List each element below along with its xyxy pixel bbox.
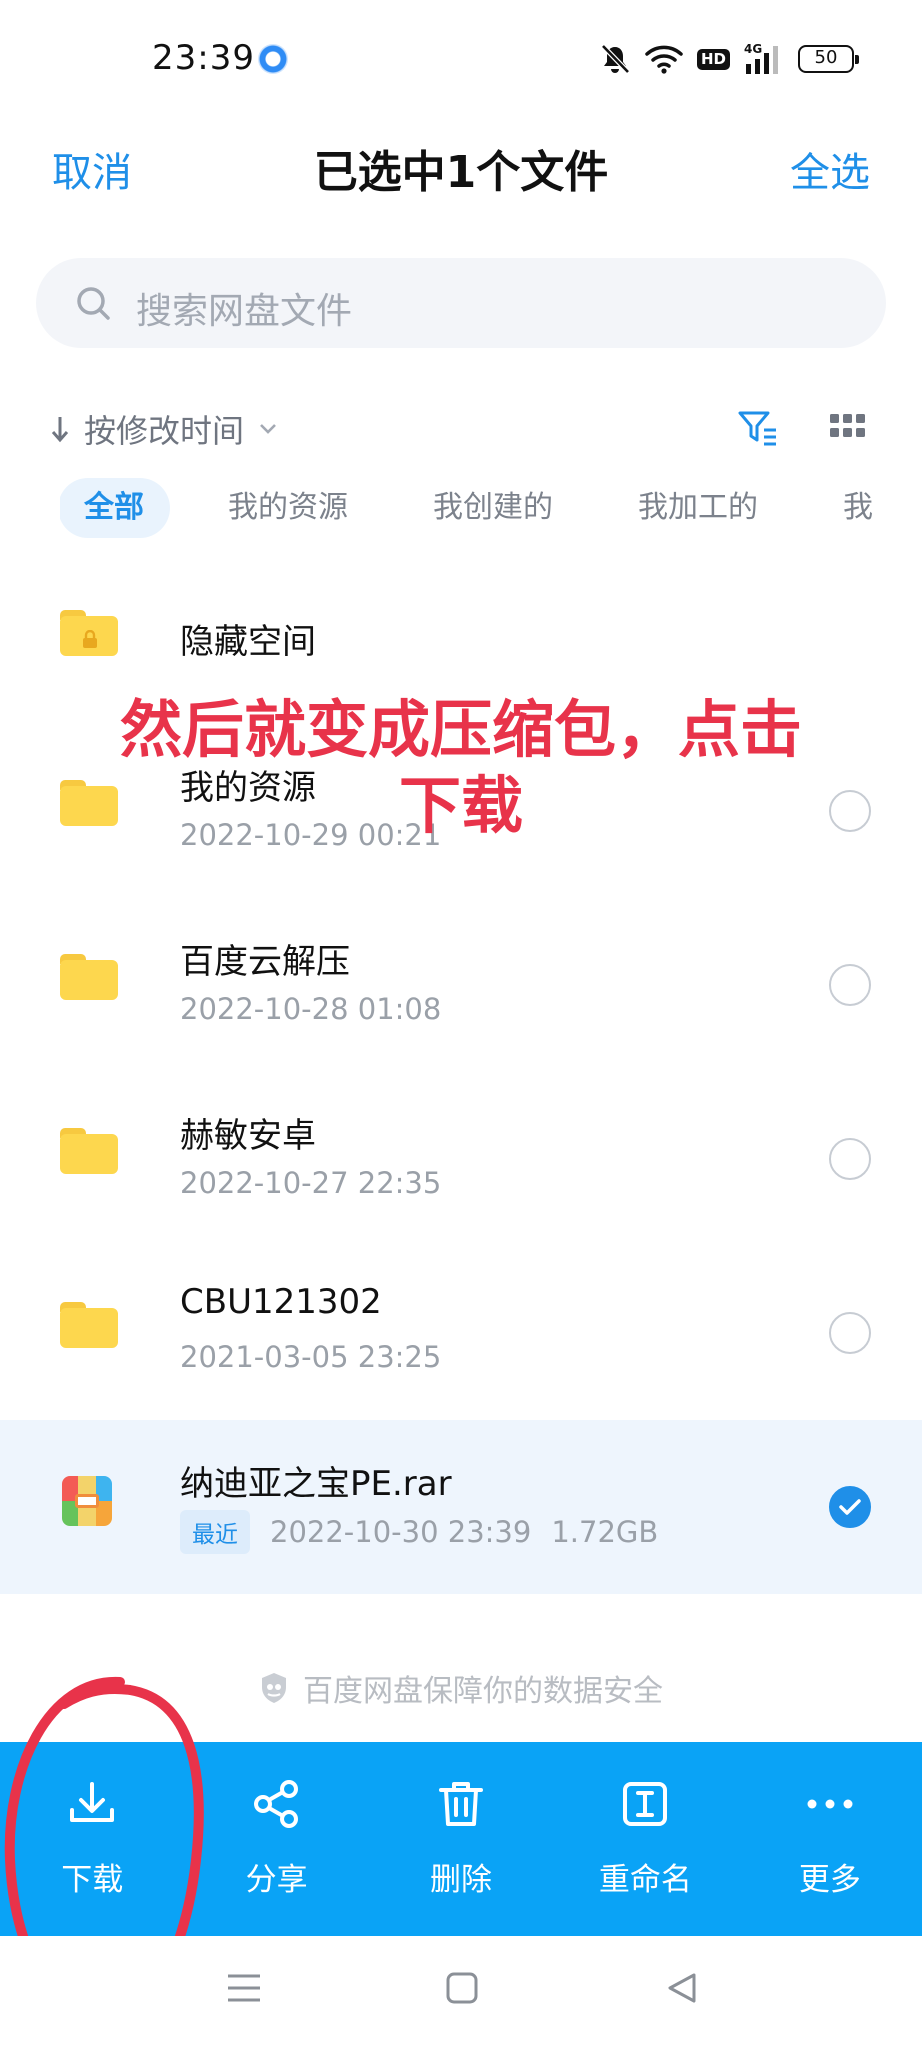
annotation-line-2: 下载 bbox=[398, 769, 523, 842]
file-date: 2022-10-30 23:39 bbox=[270, 1515, 532, 1549]
shield-icon bbox=[262, 1673, 286, 1703]
file-meta: 最近 2022-10-30 23:39 1.72GB bbox=[180, 1510, 658, 1554]
file-date: 2022-10-28 01:08 bbox=[180, 992, 442, 1026]
page-title: 已选中1个文件 bbox=[313, 147, 609, 198]
svg-text:4G: 4G bbox=[744, 42, 762, 56]
search-placeholder: 搜索网盘文件 bbox=[136, 291, 353, 332]
trash-icon bbox=[439, 1782, 484, 1826]
share-label: 分享 bbox=[245, 1862, 308, 1898]
sort-label: 按修改时间 bbox=[84, 412, 245, 450]
battery-icon: 50 bbox=[798, 45, 859, 73]
rename-icon bbox=[623, 1782, 668, 1826]
annotation-text: 然后就变成压缩包，点击 下载 bbox=[0, 692, 922, 844]
search-input[interactable]: 搜索网盘文件 bbox=[36, 258, 886, 348]
mute-icon bbox=[601, 44, 630, 74]
file-date: 2021-03-05 23:25 bbox=[180, 1340, 442, 1374]
file-name: 赫敏安卓 bbox=[180, 1116, 316, 1156]
file-name: CBU121302 bbox=[180, 1282, 382, 1322]
rename-button[interactable]: 重命名 bbox=[553, 1742, 737, 1936]
file-name: 纳迪亚之宝PE.rar bbox=[180, 1464, 452, 1504]
select-checkbox-checked[interactable] bbox=[829, 1486, 871, 1528]
signal-4g-icon: 4G bbox=[744, 42, 778, 74]
locked-folder-icon bbox=[60, 610, 118, 656]
recent-badge: 最近 bbox=[180, 1510, 250, 1554]
list-item[interactable]: CBU121302 2021-03-05 23:25 bbox=[0, 1248, 922, 1422]
wifi-icon bbox=[645, 45, 683, 74]
folder-icon bbox=[60, 1302, 118, 1348]
tab-my-resources[interactable]: 我的资源 bbox=[228, 478, 348, 538]
annotation-line-1: 然后就变成压缩包，点击 bbox=[119, 693, 802, 766]
share-icon bbox=[253, 1780, 298, 1828]
archive-icon bbox=[62, 1476, 112, 1526]
search-icon bbox=[77, 287, 110, 320]
sort-selector[interactable]: 按修改时间 bbox=[50, 406, 278, 452]
file-name: 百度云解压 bbox=[180, 942, 350, 982]
list-item-selected[interactable]: 纳迪亚之宝PE.rar 最近 2022-10-30 23:39 1.72GB bbox=[0, 1420, 922, 1594]
folder-icon bbox=[60, 1128, 118, 1174]
back-icon[interactable] bbox=[666, 1972, 698, 2004]
security-note-text: 百度网盘保障你的数据安全 bbox=[303, 1674, 663, 1709]
tab-more-cut[interactable]: 我 bbox=[843, 478, 873, 538]
filter-icon[interactable] bbox=[738, 410, 778, 446]
grid-view-icon[interactable] bbox=[830, 414, 866, 440]
more-icon bbox=[807, 1799, 853, 1809]
system-nav-bar bbox=[0, 1936, 922, 2048]
list-item[interactable]: 百度云解压 2022-10-28 01:08 bbox=[0, 900, 922, 1074]
file-name: 隐藏空间 bbox=[180, 622, 316, 662]
list-item[interactable]: 赫敏安卓 2022-10-27 22:35 bbox=[0, 1074, 922, 1248]
tab-all[interactable]: 全部 bbox=[60, 478, 170, 538]
select-all-button[interactable]: 全选 bbox=[790, 140, 870, 198]
app-notification-icon bbox=[258, 44, 288, 74]
hd-icon: HD bbox=[696, 48, 730, 70]
file-size: 1.72GB bbox=[551, 1515, 659, 1549]
category-tabs: 全部 我的资源 我创建的 我加工的 我 bbox=[60, 478, 882, 538]
status-icons: HD 4G 50 bbox=[599, 40, 859, 78]
more-label: 更多 bbox=[798, 1862, 861, 1898]
home-icon[interactable] bbox=[446, 1972, 478, 2004]
status-time: 23:39 bbox=[152, 38, 255, 78]
menu-icon[interactable] bbox=[226, 1972, 262, 2004]
status-bar: 23:39 HD 4G 50 bbox=[0, 0, 922, 118]
select-checkbox[interactable] bbox=[829, 1312, 871, 1354]
file-date: 2022-10-27 22:35 bbox=[180, 1166, 442, 1200]
select-checkbox[interactable] bbox=[829, 1138, 871, 1180]
sort-arrow-icon bbox=[51, 417, 69, 443]
folder-icon bbox=[60, 954, 118, 1000]
checkmark-icon bbox=[839, 1499, 861, 1515]
tab-processed-by-me[interactable]: 我加工的 bbox=[638, 478, 758, 538]
delete-label: 删除 bbox=[430, 1862, 493, 1898]
chevron-down-icon bbox=[260, 424, 276, 434]
more-button[interactable]: 更多 bbox=[738, 1742, 922, 1936]
select-checkbox[interactable] bbox=[829, 964, 871, 1006]
delete-button[interactable]: 删除 bbox=[369, 1742, 553, 1936]
rename-label: 重命名 bbox=[598, 1862, 692, 1898]
tab-created-by-me[interactable]: 我创建的 bbox=[433, 478, 553, 538]
